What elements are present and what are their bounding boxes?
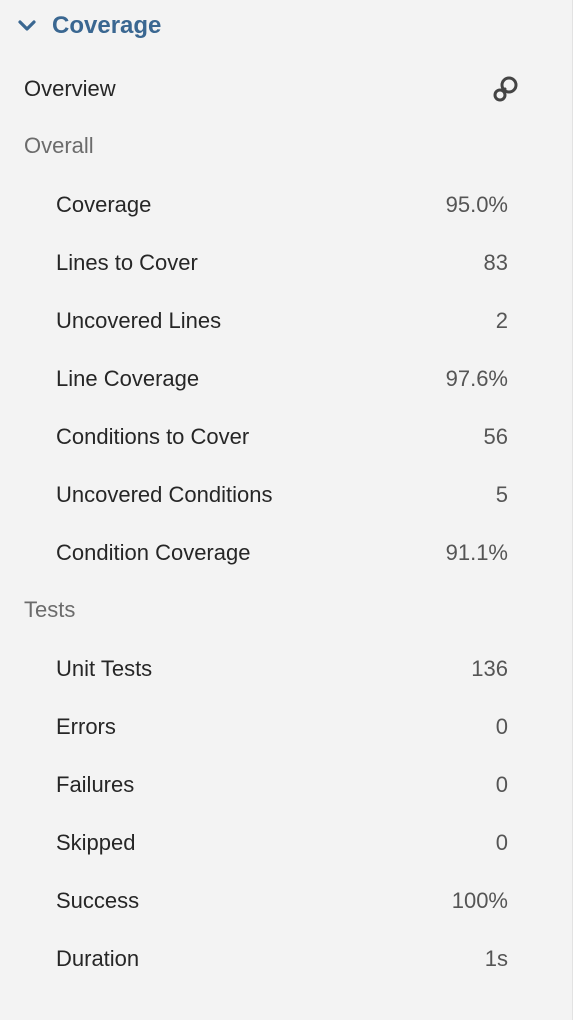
metric-row-errors: Errors 0 <box>56 711 508 743</box>
coverage-panel: Coverage Overview Overall Coverage 95.0%… <box>0 0 573 1020</box>
metric-value[interactable]: 0 <box>496 830 508 856</box>
metric-row-skipped: Skipped 0 <box>56 827 508 859</box>
metric-row-unit-tests: Unit Tests 136 <box>56 653 508 685</box>
overview-row: Overview <box>24 70 520 108</box>
metric-label: Condition Coverage <box>56 540 251 565</box>
chevron-down-icon[interactable] <box>16 15 38 37</box>
metric-label: Lines to Cover <box>56 250 198 275</box>
metric-label: Uncovered Lines <box>56 308 222 333</box>
metric-row-conditions-to-cover: Conditions to Cover 56 <box>56 421 508 453</box>
metric-value[interactable]: 0 <box>496 772 508 798</box>
metric-value[interactable]: 2 <box>496 308 508 334</box>
overall-group-label: Overall <box>24 133 94 158</box>
metric-value[interactable]: 136 <box>471 656 508 682</box>
metric-value[interactable]: 0 <box>496 714 508 740</box>
tests-group-label: Tests <box>24 597 76 622</box>
metric-row-duration: Duration 1s <box>56 943 508 975</box>
metric-label: Uncovered Conditions <box>56 482 273 507</box>
metric-row-coverage: Coverage 95.0% <box>56 189 508 221</box>
link-icon[interactable] <box>490 74 520 104</box>
metric-row-lines-to-cover: Lines to Cover 83 <box>56 247 508 279</box>
section-title: Coverage <box>52 12 162 39</box>
metric-label: Coverage <box>56 192 152 217</box>
metric-row-success: Success 100% <box>56 885 508 917</box>
metric-label: Failures <box>56 772 135 797</box>
metric-label: Skipped <box>56 830 136 855</box>
metric-row-condition-coverage: Condition Coverage 91.1% <box>56 537 508 569</box>
metric-row-uncovered-conditions: Uncovered Conditions 5 <box>56 479 508 511</box>
metric-label: Duration <box>56 946 140 971</box>
metric-label: Errors <box>56 714 116 739</box>
metric-row-failures: Failures 0 <box>56 769 508 801</box>
overview-label: Overview <box>24 76 116 101</box>
metric-label: Conditions to Cover <box>56 424 250 449</box>
metric-value[interactable]: 95.0% <box>446 192 508 218</box>
metric-row-line-coverage: Line Coverage 97.6% <box>56 363 508 395</box>
metric-label: Line Coverage <box>56 366 200 391</box>
metric-label: Unit Tests <box>56 656 153 681</box>
metric-value[interactable]: 97.6% <box>446 366 508 392</box>
metric-row-uncovered-lines: Uncovered Lines 2 <box>56 305 508 337</box>
metric-value[interactable]: 91.1% <box>446 540 508 566</box>
metric-value[interactable]: 100% <box>452 888 508 914</box>
metric-value[interactable]: 1s <box>485 946 508 972</box>
coverage-section-header[interactable]: Coverage <box>16 8 161 44</box>
metric-value[interactable]: 83 <box>484 250 508 276</box>
metric-value[interactable]: 56 <box>484 424 508 450</box>
metric-label: Success <box>56 888 140 913</box>
metric-value[interactable]: 5 <box>496 482 508 508</box>
